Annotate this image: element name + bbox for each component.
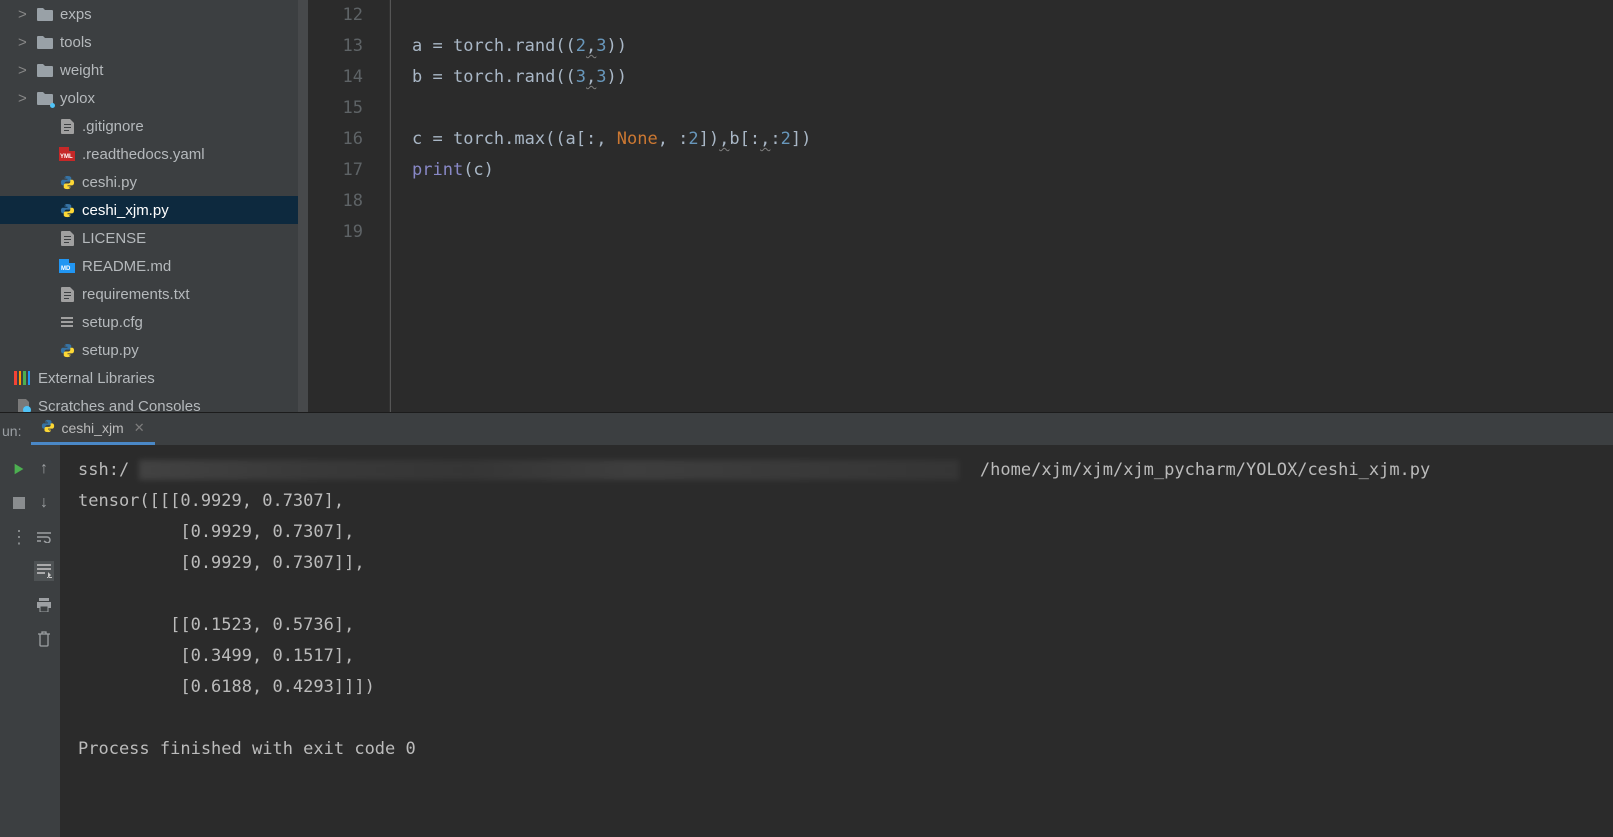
python-icon bbox=[58, 173, 76, 191]
folder-icon bbox=[36, 5, 54, 23]
tree-item-label: requirements.txt bbox=[82, 286, 190, 303]
md-icon: MD bbox=[58, 257, 76, 275]
run-tab[interactable]: ceshi_xjm ✕ bbox=[31, 415, 154, 445]
tree-item-weight[interactable]: > weight bbox=[0, 56, 308, 84]
more-button[interactable]: ⋮ bbox=[9, 527, 29, 547]
tree-item--gitignore[interactable]: .gitignore bbox=[0, 112, 308, 140]
rerun-button[interactable] bbox=[9, 459, 29, 479]
console-output[interactable]: ssh:/ /home/xjm/xjm/xjm_pycharm/YOLOX/ce… bbox=[60, 445, 1613, 837]
line-number: 14 bbox=[308, 62, 363, 93]
scrollbar[interactable] bbox=[298, 0, 308, 412]
svg-text:MD: MD bbox=[61, 266, 71, 272]
run-tool-window: un: ceshi_xjm ✕ ⋮ ↑ ↓ ssh:/ bbox=[0, 412, 1613, 837]
code-line[interactable] bbox=[412, 93, 811, 124]
folder-icon bbox=[36, 89, 54, 107]
tree-item-label: setup.cfg bbox=[82, 314, 143, 331]
close-icon[interactable]: ✕ bbox=[134, 420, 145, 436]
tree-item-label: setup.py bbox=[82, 342, 139, 359]
scratch-icon bbox=[14, 397, 32, 412]
console-output-text: tensor([[[0.9929, 0.7307], [0.9929, 0.73… bbox=[78, 486, 1595, 765]
file-icon bbox=[58, 229, 76, 247]
python-icon bbox=[41, 419, 55, 436]
chevron-right-icon[interactable]: > bbox=[18, 62, 32, 79]
tree-item-tools[interactable]: > tools bbox=[0, 28, 308, 56]
python-icon bbox=[58, 341, 76, 359]
tree-item-README-md[interactable]: MD README.md bbox=[0, 252, 308, 280]
line-number: 16 bbox=[308, 124, 363, 155]
external-libraries[interactable]: External Libraries bbox=[0, 364, 308, 392]
folder-icon bbox=[36, 33, 54, 51]
run-tab-label: ceshi_xjm bbox=[61, 420, 123, 436]
folder-icon bbox=[36, 61, 54, 79]
scratches-label: Scratches and Consoles bbox=[38, 398, 201, 413]
trash-icon[interactable] bbox=[34, 629, 54, 649]
scratches-consoles[interactable]: Scratches and Consoles bbox=[0, 392, 308, 412]
tree-item-exps[interactable]: > exps bbox=[0, 0, 308, 28]
code-line[interactable] bbox=[412, 186, 811, 217]
file-icon bbox=[58, 117, 76, 135]
chevron-right-icon[interactable]: > bbox=[18, 6, 32, 23]
cfg-icon bbox=[58, 313, 76, 331]
tree-item-label: weight bbox=[60, 62, 103, 79]
code-editor[interactable]: 1213141516171819 a = torch.rand((2,3))b … bbox=[308, 0, 1613, 412]
chevron-right-icon[interactable]: > bbox=[18, 34, 32, 51]
svg-text:YML: YML bbox=[60, 154, 73, 160]
code-area[interactable]: a = torch.rand((2,3))b = torch.rand((3,3… bbox=[390, 0, 811, 412]
tree-item-label: yolox bbox=[60, 90, 95, 107]
soft-wrap-icon[interactable] bbox=[34, 527, 54, 547]
libraries-icon bbox=[14, 369, 32, 387]
run-tabbar: un: ceshi_xjm ✕ bbox=[0, 413, 1613, 445]
run-toolbar: ⋮ ↑ ↓ bbox=[0, 445, 60, 837]
tree-item-label: ceshi.py bbox=[82, 174, 137, 191]
console-line: ssh:/ /home/xjm/xjm/xjm_pycharm/YOLOX/ce… bbox=[78, 455, 1595, 486]
tree-item-label: tools bbox=[60, 34, 92, 51]
tree-item-setup-cfg[interactable]: setup.cfg bbox=[0, 308, 308, 336]
code-line[interactable]: a = torch.rand((2,3)) bbox=[412, 31, 811, 62]
line-number: 13 bbox=[308, 31, 363, 62]
tree-item-yolox[interactable]: > yolox bbox=[0, 84, 308, 112]
up-arrow-icon[interactable]: ↑ bbox=[34, 459, 54, 479]
external-libraries-label: External Libraries bbox=[38, 370, 155, 387]
tree-item-label: ceshi_xjm.py bbox=[82, 202, 169, 219]
stop-button[interactable] bbox=[9, 493, 29, 513]
tree-item--readthedocs-yaml[interactable]: YML .readthedocs.yaml bbox=[0, 140, 308, 168]
scroll-to-end-icon[interactable] bbox=[34, 561, 54, 581]
tree-item-label: exps bbox=[60, 6, 92, 23]
line-gutter: 1213141516171819 bbox=[308, 0, 390, 412]
redacted-block bbox=[139, 460, 959, 480]
line-number: 18 bbox=[308, 186, 363, 217]
code-line[interactable]: b = torch.rand((3,3)) bbox=[412, 62, 811, 93]
tree-item-ceshi_xjm-py[interactable]: ceshi_xjm.py bbox=[0, 196, 308, 224]
tree-item-label: .gitignore bbox=[82, 118, 144, 135]
line-number: 17 bbox=[308, 155, 363, 186]
code-line[interactable]: c = torch.max((a[:, None, :2]),b[:,:2]) bbox=[412, 124, 811, 155]
python-icon bbox=[58, 201, 76, 219]
file-icon bbox=[58, 285, 76, 303]
code-line[interactable] bbox=[412, 0, 811, 31]
tree-item-label: README.md bbox=[82, 258, 171, 275]
down-arrow-icon[interactable]: ↓ bbox=[34, 493, 54, 513]
chevron-right-icon[interactable]: > bbox=[18, 90, 32, 107]
project-tree[interactable]: > exps > tools > weight > yolox .gitignore YML .re… bbox=[0, 0, 308, 412]
tree-item-requirements-txt[interactable]: requirements.txt bbox=[0, 280, 308, 308]
print-icon[interactable] bbox=[34, 595, 54, 615]
tree-item-label: LICENSE bbox=[82, 230, 146, 247]
yaml-icon: YML bbox=[58, 145, 76, 163]
tree-item-LICENSE[interactable]: LICENSE bbox=[0, 224, 308, 252]
code-line[interactable] bbox=[412, 217, 811, 248]
tree-item-ceshi-py[interactable]: ceshi.py bbox=[0, 168, 308, 196]
line-number: 12 bbox=[308, 0, 363, 31]
line-number: 15 bbox=[308, 93, 363, 124]
line-number: 19 bbox=[308, 217, 363, 248]
run-label: un: bbox=[0, 423, 31, 445]
tree-item-setup-py[interactable]: setup.py bbox=[0, 336, 308, 364]
tree-item-label: .readthedocs.yaml bbox=[82, 146, 205, 163]
code-line[interactable]: print(c) bbox=[412, 155, 811, 186]
